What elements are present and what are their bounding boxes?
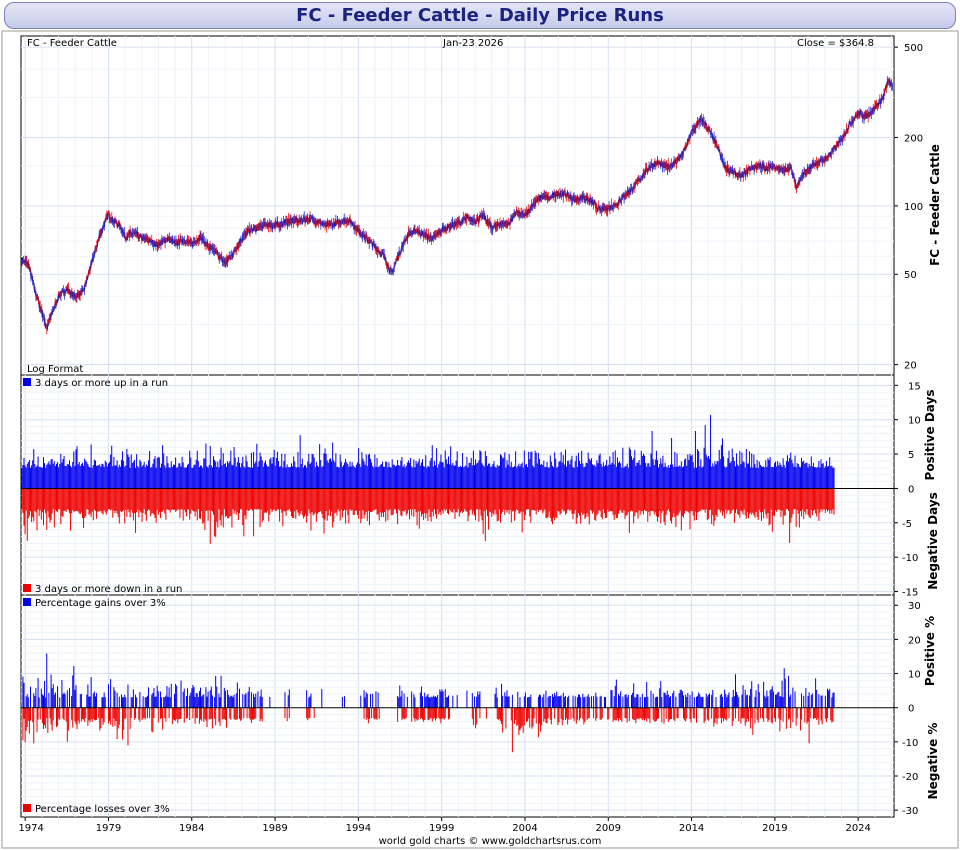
legend-gains-swatch [23,598,31,606]
price-date: Jan-23 2026 [442,38,503,49]
x-tick-label: 1999 [429,823,454,834]
outer-border [1,30,959,849]
x-tick-label: 2004 [512,823,537,834]
runs-y-tick-label: 15 [908,381,921,392]
runs-ylabel-top: Positive Days [923,390,937,481]
chart-canvas: 1974 1979 1984 1989 1994 1999 2004 2009 2014 2019… [1,30,959,849]
price-y-tick-label: 100 [904,202,923,213]
x-tick-label: 2024 [845,823,870,834]
price-series-label: FC - Feeder Cattle [27,38,117,49]
pct-y-tick-label: 20 [908,635,921,646]
legend-losses: Percentage losses over 3% [35,804,170,815]
x-tick-label: 1979 [96,823,121,834]
runs-y-tick-label: 0 [908,484,914,495]
runs-y-tick-label: 10 [908,416,921,427]
pct-y-tick-label: -30 [902,806,918,817]
pct-ylabel-top: Positive % [923,616,937,686]
pct-y-tick-label: -20 [902,772,918,783]
price-line [21,79,893,330]
price-y-tick-label: 50 [904,270,917,281]
x-tick-label: 1994 [346,823,371,834]
pct-y-tick-label: 0 [908,704,914,715]
runs-y-tick-label: -10 [902,553,918,564]
legend-down-runs: 3 days or more down in a run [35,584,182,595]
price-ylabel: FC - Feeder Cattle [928,144,942,266]
x-tick-label: 2019 [762,823,787,834]
runs-ylabel-bottom: Negative Days [926,492,940,590]
runs-y-tick-label: -15 [902,588,918,599]
legend-up-runs-swatch [23,378,31,386]
price-layer [21,76,893,335]
footer-credit: world gold charts © www.goldchartsrus.co… [379,836,602,847]
price-y-tick-label: 500 [904,43,923,54]
legend-up-runs: 3 days or more up in a run [35,378,168,389]
log-format-note: Log Format [27,364,83,375]
price-close: Close = $364.8 [797,38,874,49]
runs-y-tick-label: -5 [902,519,912,530]
pct-ylabel-bottom: Negative % [926,723,940,800]
pct-y-tick-label: 30 [908,601,921,612]
pct-y-tick-label: -10 [902,738,918,749]
runs-y-tick-label: 5 [908,450,914,461]
price-y-tick-label: 200 [904,134,923,145]
legend-down-runs-swatch [23,584,31,592]
pct-y-tick-label: 10 [908,670,921,681]
x-tick-label: 2009 [596,823,621,834]
chart-frame: FC - Feeder Cattle - Daily Price Runs 19… [0,0,960,850]
x-tick-label: 1974 [18,823,43,834]
x-tick-label: 2014 [679,823,704,834]
x-tick-label: 1984 [179,823,204,834]
price-y-tick-label: 20 [904,361,917,372]
legend-losses-swatch [23,804,31,812]
x-tick-label: 1989 [262,823,287,834]
legend-gains: Percentage gains over 3% [35,598,166,609]
